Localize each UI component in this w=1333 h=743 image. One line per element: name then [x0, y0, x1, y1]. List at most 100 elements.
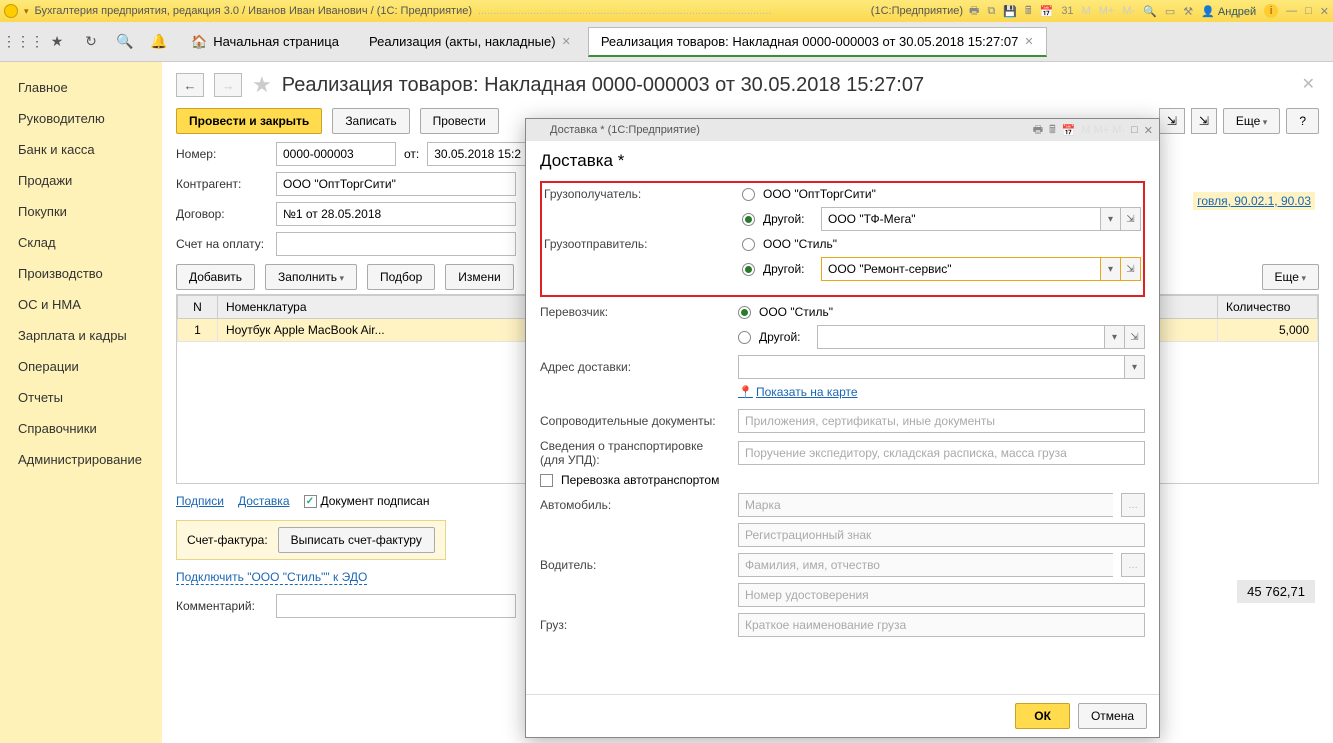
m-icon[interactable]: M	[1082, 5, 1091, 17]
history-icon[interactable]: ↻	[82, 33, 100, 51]
post-button[interactable]: Провести	[420, 108, 499, 134]
carrier-other-input[interactable]	[817, 325, 1105, 349]
print-icon[interactable]: 🖶	[1033, 121, 1043, 140]
ok-button[interactable]: ОК	[1015, 703, 1070, 729]
calendar-icon[interactable]: 📅	[1062, 124, 1076, 137]
open-icon[interactable]: ⇲	[1121, 207, 1141, 231]
edit-button[interactable]: Измени	[445, 264, 513, 290]
tab-realization-doc[interactable]: Реализация товаров: Накладная 0000-00000…	[588, 27, 1047, 57]
info-icon[interactable]: i	[1264, 4, 1278, 18]
sidebar-item-reports[interactable]: Отчеты	[0, 382, 162, 413]
signed-checkbox[interactable]: ✓ Документ подписан	[304, 494, 430, 508]
calendar-icon[interactable]: 📅	[1040, 5, 1054, 18]
grid-more-button[interactable]: Еще	[1262, 264, 1319, 290]
dialog-title-text: Доставка * (1С:Предприятие)	[550, 124, 700, 136]
post-close-button[interactable]: Провести и закрыть	[176, 108, 322, 134]
close-window-icon[interactable]: ✕	[1320, 5, 1329, 18]
sidebar-item-assets[interactable]: ОС и НМА	[0, 289, 162, 320]
minimize-icon[interactable]: —	[1286, 5, 1297, 17]
more-button[interactable]: Еще	[1223, 108, 1280, 134]
save-icon[interactable]: 💾	[1003, 5, 1017, 18]
open-icon[interactable]: ⇲	[1125, 325, 1145, 349]
dropdown-icon[interactable]: ▾	[1105, 325, 1125, 349]
zoom-icon[interactable]: 🔍	[1143, 5, 1157, 18]
consignee-other-radio[interactable]	[742, 213, 755, 226]
consignee-default-radio[interactable]	[742, 188, 755, 201]
maximize-icon[interactable]: □	[1305, 5, 1312, 17]
user-label[interactable]: 👤 Андрей	[1201, 5, 1256, 18]
print-icon[interactable]: 🖶	[969, 2, 979, 21]
carrier-default-radio[interactable]	[738, 306, 751, 319]
dropdown-icon[interactable]: ▾	[1125, 355, 1145, 379]
close-icon[interactable]: ✕	[1024, 35, 1033, 48]
search-icon[interactable]: 🔍	[116, 33, 134, 51]
fill-button[interactable]: Заполнить	[265, 264, 357, 290]
date-icon[interactable]: 31	[1061, 5, 1073, 17]
signatures-link[interactable]: Подписи	[176, 494, 224, 508]
tool-icon[interactable]: ⚒	[1183, 5, 1193, 18]
bell-icon[interactable]: 🔔	[150, 33, 168, 51]
sidebar-item-references[interactable]: Справочники	[0, 413, 162, 444]
transport-input[interactable]	[738, 441, 1145, 465]
sidebar-item-purchases[interactable]: Покупки	[0, 196, 162, 227]
copy-icon[interactable]: ⧉	[987, 5, 995, 18]
edo-link[interactable]: Подключить "ООО "Стиль"" к ЭДО	[176, 570, 367, 585]
star-icon[interactable]: ★	[48, 33, 66, 51]
apps-icon[interactable]: ⋮⋮⋮	[14, 33, 32, 51]
calc-icon[interactable]: 🖩	[1049, 121, 1056, 140]
sidebar-item-main[interactable]: Главное	[0, 72, 162, 103]
sidebar-item-sales[interactable]: Продажи	[0, 165, 162, 196]
contract-input[interactable]	[276, 202, 516, 226]
docs-input[interactable]	[738, 409, 1145, 433]
consignee-other-input[interactable]	[821, 207, 1101, 231]
sidebar-item-production[interactable]: Производство	[0, 258, 162, 289]
consignor-other-input[interactable]	[821, 257, 1101, 281]
tab-home[interactable]: 🏠 Начальная страница	[178, 27, 352, 57]
carrier-other-radio[interactable]	[738, 331, 751, 344]
dropdown-icon[interactable]: ▾	[1101, 257, 1121, 281]
cancel-button[interactable]: Отмена	[1078, 703, 1147, 729]
accounting-link[interactable]: говля, 90.02.1, 90.03	[1193, 192, 1315, 210]
invoice-acc-label: Счет на оплату:	[176, 237, 268, 251]
mminus-icon[interactable]: M-	[1122, 5, 1135, 17]
driver-label: Водитель:	[540, 558, 730, 572]
split2-icon[interactable]: ⇲	[1191, 108, 1217, 134]
sidebar-item-operations[interactable]: Операции	[0, 351, 162, 382]
issue-invoice-button[interactable]: Выписать счет-фактуру	[278, 527, 435, 553]
sidebar-item-manager[interactable]: Руководителю	[0, 103, 162, 134]
nav-forward-button[interactable]: →	[214, 73, 242, 97]
add-button[interactable]: Добавить	[176, 264, 255, 290]
close-page-icon[interactable]: ✕	[1302, 74, 1315, 94]
open-icon[interactable]: ⇲	[1121, 257, 1141, 281]
comment-input[interactable]	[276, 594, 516, 618]
pick-button[interactable]: Подбор	[367, 264, 435, 290]
window-icon[interactable]: ▭	[1165, 5, 1175, 18]
help-button[interactable]: ?	[1286, 108, 1319, 134]
split-icon[interactable]: ⇲	[1159, 108, 1185, 134]
mplus-icon[interactable]: M+	[1099, 5, 1115, 17]
consignor-other-radio[interactable]	[742, 263, 755, 276]
dropdown-icon[interactable]: ▾	[1101, 207, 1121, 231]
m-icon[interactable]: M M+ M-	[1081, 124, 1125, 136]
app-menu-icon[interactable]: ▾	[24, 6, 29, 17]
calc-icon[interactable]: 🖩	[1025, 2, 1032, 21]
counterparty-input[interactable]	[276, 172, 516, 196]
address-input[interactable]	[738, 355, 1125, 379]
sidebar-item-admin[interactable]: Администрирование	[0, 444, 162, 475]
sidebar-item-bank[interactable]: Банк и касса	[0, 134, 162, 165]
tab-realization-list[interactable]: Реализация (акты, накладные) ✕	[356, 27, 584, 56]
invoice-acc-input[interactable]	[276, 232, 516, 256]
delivery-link[interactable]: Доставка	[238, 494, 290, 508]
close-icon[interactable]: ✕	[562, 35, 571, 48]
nav-back-button[interactable]: ←	[176, 73, 204, 97]
show-on-map-link[interactable]: 📍 Показать на карте	[738, 385, 1145, 399]
save-button[interactable]: Записать	[332, 108, 409, 134]
restore-icon[interactable]: □	[1131, 124, 1138, 136]
sidebar-item-salary[interactable]: Зарплата и кадры	[0, 320, 162, 351]
autotrans-checkbox[interactable]	[540, 474, 553, 487]
close-icon[interactable]: ✕	[1144, 124, 1153, 137]
favorite-icon[interactable]: ★	[252, 72, 272, 98]
consignor-default-radio[interactable]	[742, 238, 755, 251]
number-input[interactable]	[276, 142, 396, 166]
sidebar-item-warehouse[interactable]: Склад	[0, 227, 162, 258]
